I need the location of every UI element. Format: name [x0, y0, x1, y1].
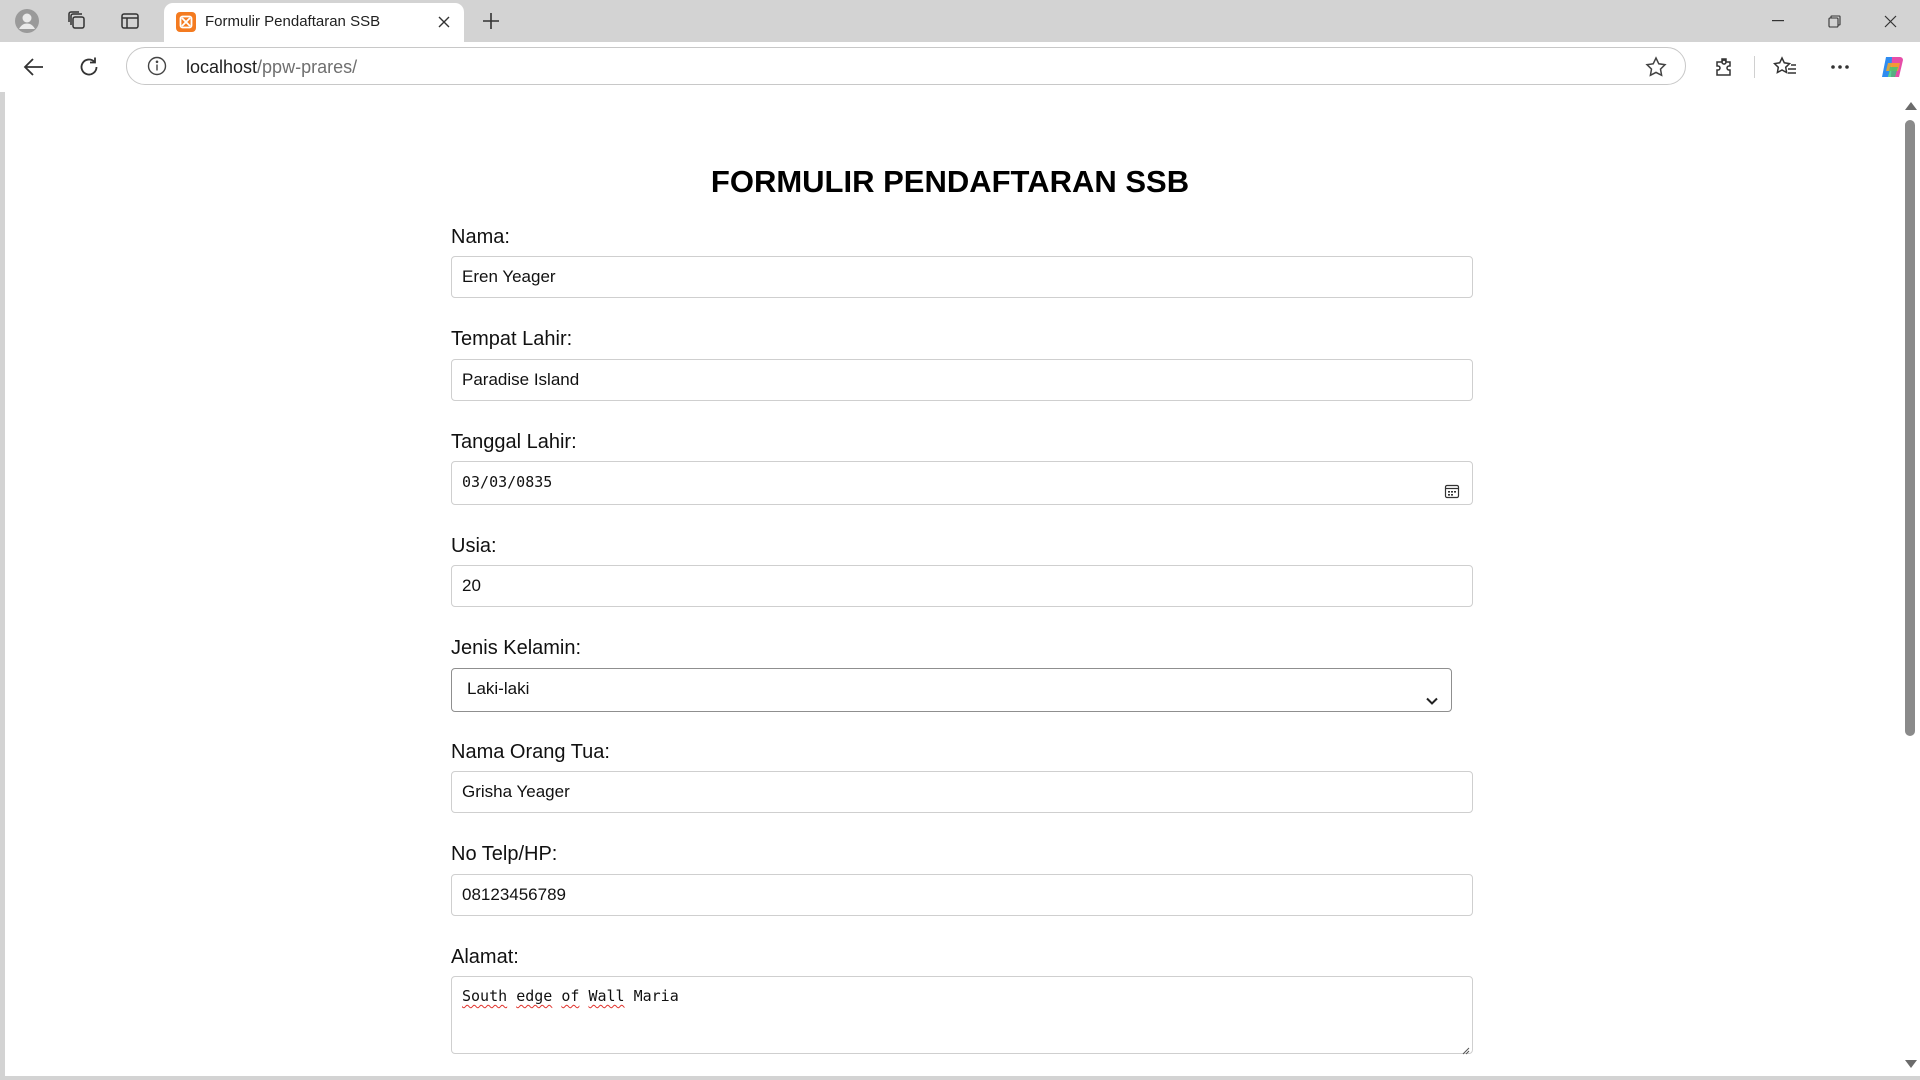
no-telp-label: No Telp/HP:	[451, 843, 558, 865]
no-telp-input[interactable]: 08123456789	[451, 874, 1473, 916]
scroll-down-arrow[interactable]	[1905, 1060, 1917, 1068]
alamat-word: edge	[516, 987, 553, 1005]
jenis-kelamin-select[interactable]: Laki-laki	[451, 668, 1452, 712]
toolbar-divider	[1754, 56, 1755, 78]
vertical-scrollbar[interactable]	[1900, 94, 1920, 1076]
page-title: FORMULIR PENDAFTARAN SSB	[710, 164, 1190, 199]
browser-window: Formulir Pendaftaran SSB localhost/ppw-p…	[0, 0, 1920, 1080]
back-icon[interactable]	[16, 50, 52, 84]
favorites-icon[interactable]	[1767, 50, 1803, 84]
active-tab[interactable]: Formulir Pendaftaran SSB	[164, 3, 464, 42]
chevron-down-icon	[1425, 683, 1439, 705]
extensions-icon[interactable]	[1706, 50, 1742, 84]
more-icon[interactable]	[1822, 50, 1858, 84]
nama-label: Nama:	[451, 226, 510, 248]
usia-input[interactable]: 20	[451, 565, 1473, 607]
resize-grip-icon[interactable]	[1460, 1041, 1470, 1055]
close-window-icon[interactable]	[1862, 4, 1918, 38]
collections-icon[interactable]	[56, 6, 98, 36]
plus-icon[interactable]	[474, 6, 508, 36]
tab-title: Formulir Pendaftaran SSB	[205, 13, 381, 30]
tanggal-lahir-label: Tanggal Lahir:	[451, 431, 577, 453]
alamat-word: of	[561, 987, 580, 1005]
tempat-lahir-label: Tempat Lahir:	[451, 328, 573, 350]
minimize-icon[interactable]	[1750, 4, 1806, 38]
scroll-up-arrow[interactable]	[1905, 102, 1917, 110]
tempat-lahir-input[interactable]: Paradise Island	[451, 359, 1473, 401]
usia-label: Usia:	[451, 535, 497, 557]
address-bar[interactable]: localhost/ppw-prares/	[126, 47, 1686, 85]
close-icon[interactable]	[434, 12, 454, 32]
jenis-kelamin-label: Jenis Kelamin:	[451, 637, 582, 659]
url-path: /ppw-prares/	[257, 57, 358, 77]
page-viewport: FORMULIR PENDAFTARAN SSB Nama: Eren Yeag…	[5, 94, 1900, 1076]
alamat-textarea[interactable]: South edge of Wall Maria	[451, 976, 1473, 1055]
scroll-thumb[interactable]	[1905, 120, 1915, 736]
star-icon[interactable]	[1645, 56, 1667, 78]
nama-orang-tua-input[interactable]: Grisha Yeager	[451, 771, 1473, 813]
toolbar: localhost/ppw-prares/	[0, 42, 1920, 92]
tanggal-lahir-value: 03/03/0835	[462, 473, 553, 491]
restore-icon[interactable]	[1806, 4, 1862, 38]
tanggal-lahir-input[interactable]: 03/03/0835	[451, 461, 1473, 505]
profile-icon[interactable]	[6, 6, 48, 36]
refresh-icon[interactable]	[71, 50, 107, 84]
xampp-favicon	[176, 12, 196, 32]
calendar-icon[interactable]	[1444, 474, 1460, 499]
url-host: localhost	[186, 57, 258, 77]
alamat-word: South	[462, 987, 508, 1005]
copilot-icon[interactable]	[1874, 50, 1910, 84]
jenis-kelamin-value: Laki-laki	[467, 679, 530, 698]
nama-input[interactable]: Eren Yeager	[451, 256, 1473, 298]
nama-orang-tua-label: Nama Orang Tua:	[451, 741, 610, 763]
url-text[interactable]: localhost/ppw-prares/	[186, 57, 357, 78]
alamat-word: Wall	[588, 987, 625, 1005]
tab-actions-icon[interactable]	[109, 6, 151, 36]
window-edge-bottom	[0, 1076, 1920, 1080]
alamat-word: Maria	[633, 987, 679, 1005]
info-icon[interactable]	[147, 56, 167, 76]
alamat-label: Alamat:	[451, 946, 519, 968]
tab-strip: Formulir Pendaftaran SSB	[0, 0, 1920, 42]
